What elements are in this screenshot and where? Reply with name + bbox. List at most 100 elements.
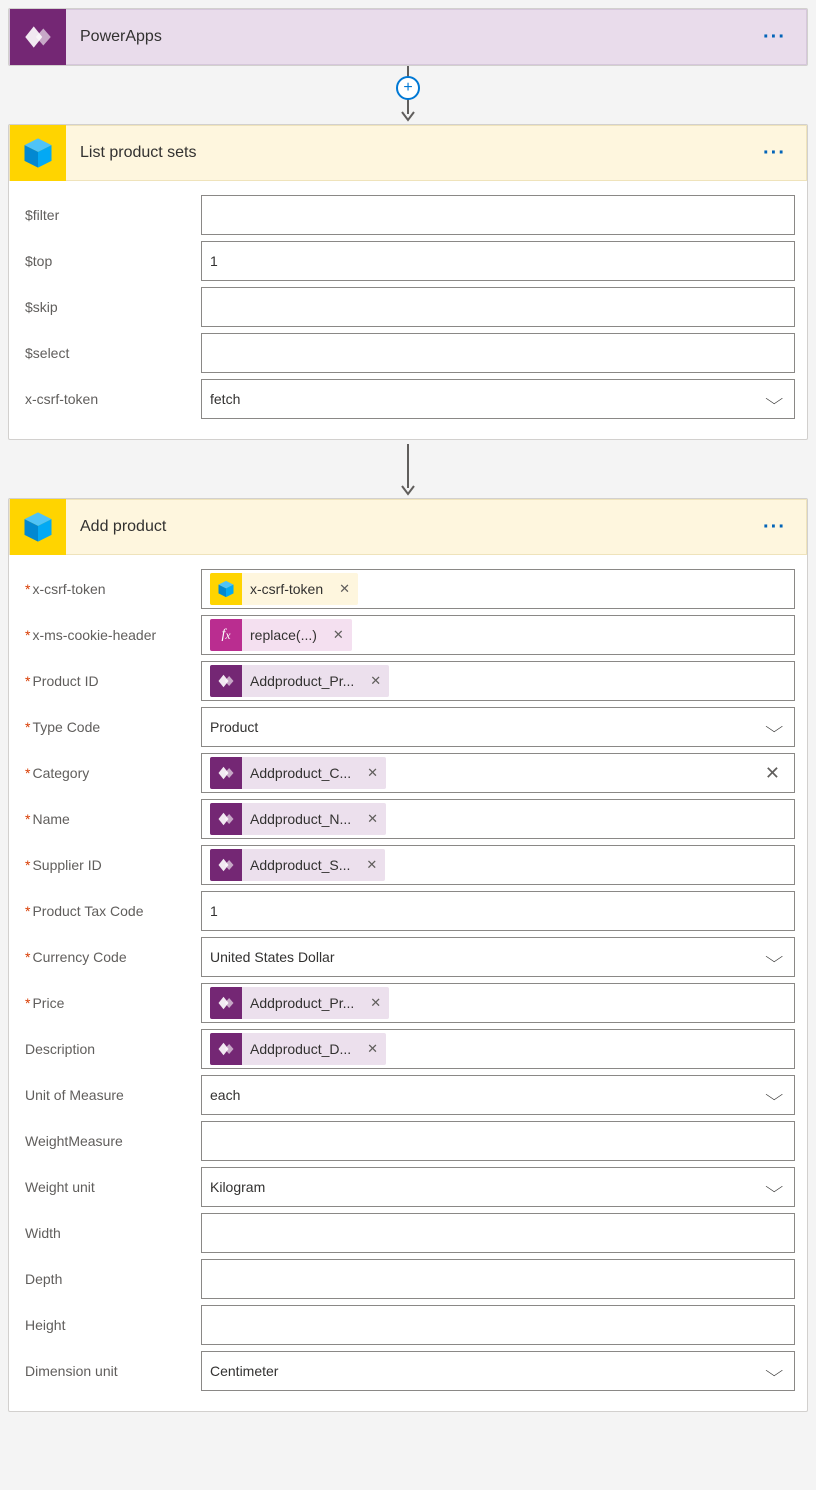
connector-arrow <box>8 440 808 498</box>
type-code-label: Type Code <box>21 719 201 735</box>
more-button[interactable]: ··· <box>751 142 798 164</box>
cookie-input[interactable]: fx replace(...) ✕ <box>201 615 795 655</box>
token-label: Addproduct_C... <box>242 765 359 781</box>
weight-unit-select[interactable]: Kilogram <box>201 1167 795 1207</box>
token-label: Addproduct_Pr... <box>242 673 362 689</box>
token-remove[interactable]: ✕ <box>359 811 386 827</box>
list-products-header[interactable]: List product sets ··· <box>9 125 807 181</box>
list-products-title: List product sets <box>66 144 751 162</box>
width-input[interactable] <box>201 1213 795 1253</box>
currency-value: United States Dollar <box>210 949 335 965</box>
powerapps-title: PowerApps <box>66 28 751 46</box>
token-label: Addproduct_N... <box>242 811 359 827</box>
csrf-label: x-csrf-token <box>21 581 201 597</box>
token-remove[interactable]: ✕ <box>359 1041 386 1057</box>
height-label: Height <box>21 1317 201 1333</box>
token-csrf[interactable]: x-csrf-token ✕ <box>210 573 358 605</box>
skip-input[interactable] <box>201 287 795 327</box>
select-input[interactable] <box>201 333 795 373</box>
powerapps-card: PowerApps ··· <box>8 8 808 66</box>
name-label: Name <box>21 811 201 827</box>
name-input[interactable]: Addproduct_N... ✕ <box>201 799 795 839</box>
token-remove[interactable]: ✕ <box>358 857 385 873</box>
powerapps-icon <box>210 987 242 1019</box>
powerapps-icon <box>210 757 242 789</box>
description-input[interactable]: Addproduct_D... ✕ <box>201 1029 795 1069</box>
add-step-button[interactable]: + <box>396 76 420 100</box>
top-label: $top <box>21 253 201 269</box>
depth-input[interactable] <box>201 1259 795 1299</box>
filter-input[interactable] <box>201 195 795 235</box>
uom-select[interactable]: each <box>201 1075 795 1115</box>
more-button[interactable]: ··· <box>751 516 798 538</box>
dim-unit-value: Centimeter <box>210 1363 278 1379</box>
fx-icon: fx <box>210 619 242 651</box>
weight-measure-input[interactable] <box>201 1121 795 1161</box>
add-product-title: Add product <box>66 518 751 536</box>
token-price[interactable]: Addproduct_Pr... ✕ <box>210 987 389 1019</box>
token-remove[interactable]: ✕ <box>362 673 389 689</box>
depth-label: Depth <box>21 1271 201 1287</box>
cube-icon <box>10 125 66 181</box>
powerapps-icon <box>10 9 66 65</box>
token-supplier-id[interactable]: Addproduct_S... ✕ <box>210 849 385 881</box>
powerapps-icon <box>210 849 242 881</box>
height-input[interactable] <box>201 1305 795 1345</box>
cube-icon <box>210 573 242 605</box>
token-description[interactable]: Addproduct_D... ✕ <box>210 1033 386 1065</box>
token-remove[interactable]: ✕ <box>325 627 352 643</box>
supplier-id-input[interactable]: Addproduct_S... ✕ <box>201 845 795 885</box>
csrf-value: fetch <box>210 391 240 407</box>
add-product-header[interactable]: Add product ··· <box>9 499 807 555</box>
clear-button[interactable]: ✕ <box>765 763 780 784</box>
powerapps-icon <box>210 665 242 697</box>
skip-label: $skip <box>21 299 201 315</box>
token-label: Addproduct_S... <box>242 857 358 873</box>
product-id-label: Product ID <box>21 673 201 689</box>
connector-arrow: + <box>8 66 808 124</box>
filter-label: $filter <box>21 207 201 223</box>
token-label: replace(...) <box>242 627 325 643</box>
cube-icon <box>10 499 66 555</box>
token-category[interactable]: Addproduct_C... ✕ <box>210 757 386 789</box>
tax-code-label: Product Tax Code <box>21 903 201 919</box>
powerapps-icon <box>210 1033 242 1065</box>
weight-unit-value: Kilogram <box>210 1179 265 1195</box>
cookie-label: x-ms-cookie-header <box>21 627 201 643</box>
csrf-input[interactable]: x-csrf-token ✕ <box>201 569 795 609</box>
token-remove[interactable]: ✕ <box>331 581 358 597</box>
currency-select[interactable]: United States Dollar <box>201 937 795 977</box>
width-label: Width <box>21 1225 201 1241</box>
token-remove[interactable]: ✕ <box>359 765 386 781</box>
type-code-value: Product <box>210 719 258 735</box>
uom-value: each <box>210 1087 240 1103</box>
top-input[interactable]: 1 <box>201 241 795 281</box>
currency-label: Currency Code <box>21 949 201 965</box>
supplier-id-label: Supplier ID <box>21 857 201 873</box>
product-id-input[interactable]: Addproduct_Pr... ✕ <box>201 661 795 701</box>
description-label: Description <box>21 1041 201 1057</box>
dim-unit-select[interactable]: Centimeter <box>201 1351 795 1391</box>
add-product-card: Add product ··· x-csrf-token x-csrf-toke… <box>8 498 808 1412</box>
token-name[interactable]: Addproduct_N... ✕ <box>210 803 386 835</box>
csrf-select[interactable]: fetch <box>201 379 795 419</box>
token-cookie[interactable]: fx replace(...) ✕ <box>210 619 352 651</box>
weight-measure-label: WeightMeasure <box>21 1133 201 1149</box>
category-input[interactable]: Addproduct_C... ✕ ✕ <box>201 753 795 793</box>
tax-code-input[interactable]: 1 <box>201 891 795 931</box>
powerapps-icon <box>210 803 242 835</box>
token-label: Addproduct_D... <box>242 1041 359 1057</box>
token-remove[interactable]: ✕ <box>362 995 389 1011</box>
token-product-id[interactable]: Addproduct_Pr... ✕ <box>210 665 389 697</box>
uom-label: Unit of Measure <box>21 1087 201 1103</box>
powerapps-header[interactable]: PowerApps ··· <box>9 9 807 65</box>
dim-unit-label: Dimension unit <box>21 1363 201 1379</box>
list-products-card: List product sets ··· $filter $top 1 $sk… <box>8 124 808 440</box>
select-label: $select <box>21 345 201 361</box>
type-code-select[interactable]: Product <box>201 707 795 747</box>
price-input[interactable]: Addproduct_Pr... ✕ <box>201 983 795 1023</box>
category-label: Category <box>21 765 201 781</box>
more-button[interactable]: ··· <box>751 26 798 48</box>
token-label: Addproduct_Pr... <box>242 995 362 1011</box>
token-label: x-csrf-token <box>242 581 331 597</box>
